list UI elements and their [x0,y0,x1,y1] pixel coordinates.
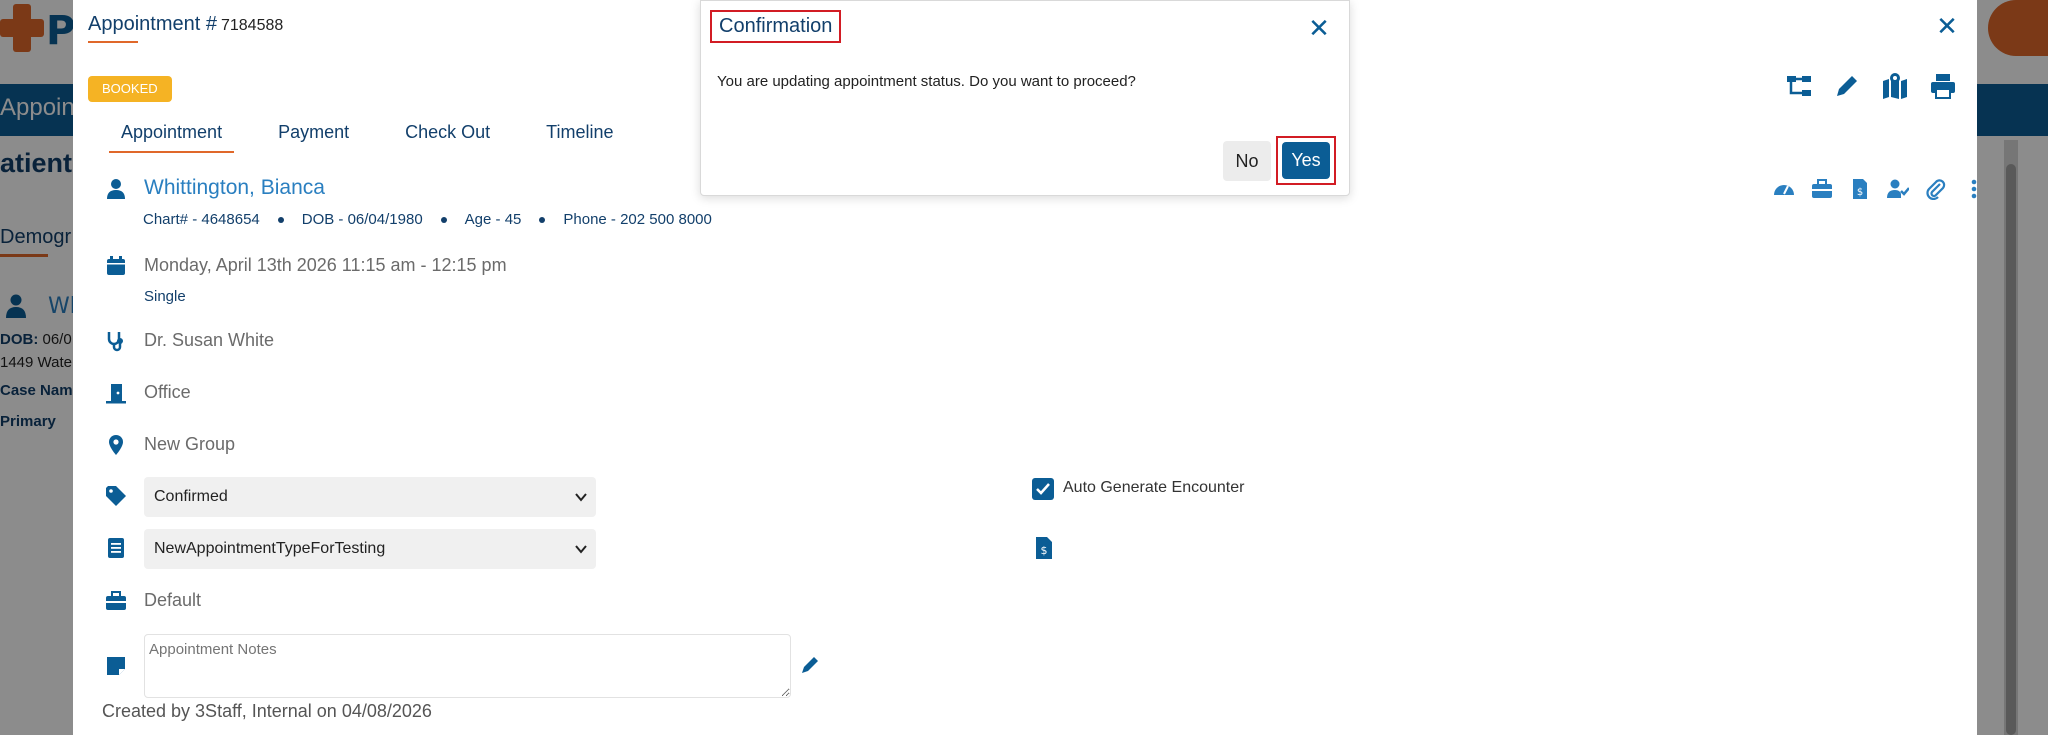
paperclip-icon[interactable] [1925,178,1947,200]
briefcase-icon[interactable] [1811,178,1833,200]
top-actions [1785,72,1957,100]
case-name: Default [144,590,202,610]
calendar-icon [107,256,125,275]
appointment-tabs: Appointment Payment Check Out Timeline [109,120,658,153]
group-name: New Group [144,434,236,454]
tab-appointment[interactable]: Appointment [109,120,235,153]
pencil-icon[interactable] [1833,72,1861,100]
appointment-status-select[interactable]: Confirmed [144,477,596,517]
appointment-datetime: Monday, April 13th 2026 11:15 am - 12:15… [144,255,507,275]
chevron-down-icon [575,545,587,554]
location-name: Office [144,382,191,402]
patient-name-link[interactable]: Whittington, Bianca [144,176,325,200]
confirmation-dialog: Confirmation ✕ You are updating appointm… [700,0,1350,196]
tab-timeline[interactable]: Timeline [534,120,625,153]
yes-button[interactable]: Yes [1282,142,1330,179]
dashboard-icon[interactable] [1773,178,1795,200]
confirmation-title: Confirmation [710,10,842,43]
tag-icon [106,486,126,506]
stethoscope-icon [107,332,123,352]
tab-check-out[interactable]: Check Out [393,120,502,153]
list-document-icon [108,538,124,558]
auto-generate-encounter-label: Auto Generate Encounter [1063,479,1245,496]
auto-generate-encounter-checkbox[interactable] [1032,478,1054,500]
provider-name: Dr. Susan White [144,330,275,350]
svg-text:$: $ [1041,544,1048,557]
door-icon [106,384,126,404]
billing-document-icon[interactable]: $ [1849,178,1871,200]
tab-payment[interactable]: Payment [266,120,361,153]
appointment-recurrence: Single [144,288,186,305]
more-vertical-icon[interactable] [1963,178,1985,200]
patient-meta: Chart# - 4648654 DOB - 06/04/1980 Age - … [143,211,712,228]
close-icon[interactable]: ✕ [1307,16,1331,42]
user-check-icon[interactable] [1887,178,1909,200]
modal-close-icon[interactable]: ✕ [1935,14,1959,40]
status-badge: BOOKED [88,76,172,102]
hierarchy-icon[interactable] [1785,72,1813,100]
map-pin-icon [109,435,123,455]
billing-document-icon[interactable]: $ [1035,536,1053,560]
modal-title: Appointment #7184588 [88,13,284,35]
patient-action-icons: $ [1773,178,1985,200]
svg-text:$: $ [1857,187,1863,198]
print-icon[interactable] [1929,72,1957,100]
no-button[interactable]: No [1223,141,1271,181]
patient-age: Age - 45 [464,211,522,228]
confirmation-message: You are updating appointment status. Do … [717,73,1136,90]
patient-dob: DOB - 06/04/1980 [301,211,423,228]
patient-phone: Phone - 202 500 8000 [563,211,712,228]
chevron-down-icon [575,493,587,502]
appointment-type-select[interactable]: NewAppointmentTypeForTesting [144,529,596,569]
created-by-text: Created by 3Staff, Internal on 04/08/202… [102,701,432,721]
person-icon [107,179,125,199]
briefcase-icon [106,591,126,610]
pencil-icon[interactable] [799,654,821,676]
map-icon[interactable] [1881,72,1909,100]
sticky-note-icon [107,657,125,675]
patient-chart: Chart# - 4648654 [143,211,260,228]
appointment-notes-textarea[interactable] [144,634,791,698]
check-icon [1036,483,1050,495]
title-underline [88,41,138,43]
appointment-number: 7184588 [220,17,284,34]
